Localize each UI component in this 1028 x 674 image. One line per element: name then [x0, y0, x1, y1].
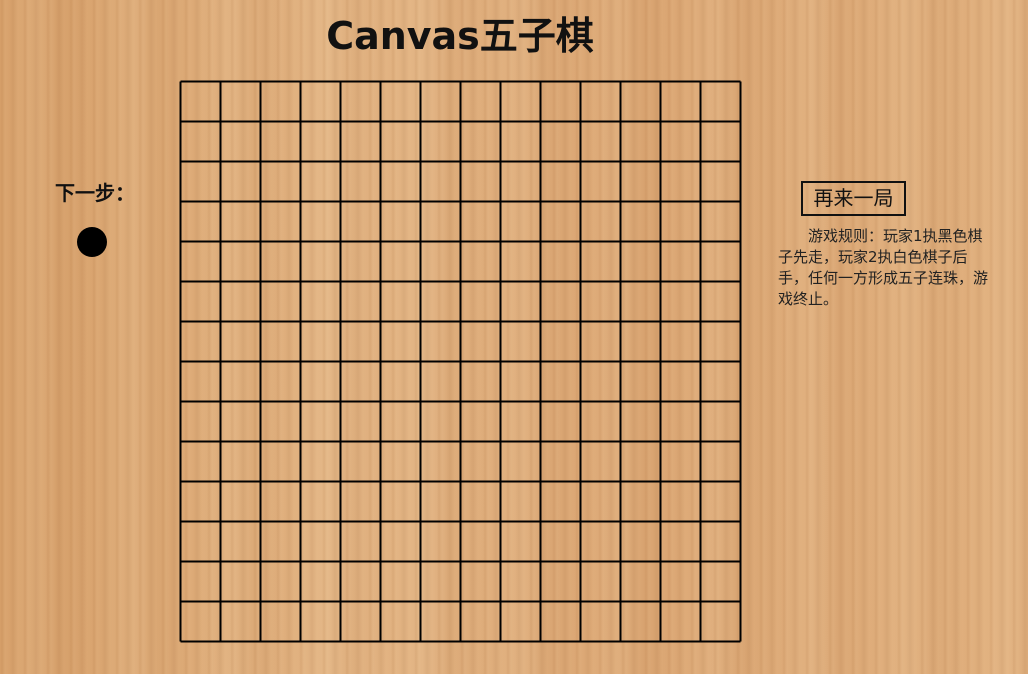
next-move-stone [77, 227, 107, 257]
game-rules-text: 游戏规则：玩家1执黑色棋子先走，玩家2执白色棋子后手，任何一方形成五子连珠，游戏… [778, 227, 989, 308]
page-title: Canvas五子棋 [326, 14, 594, 58]
restart-button[interactable]: 再来一局 [801, 181, 906, 216]
game-board[interactable] [179, 80, 742, 643]
next-move-label: 下一步： [55, 181, 135, 205]
